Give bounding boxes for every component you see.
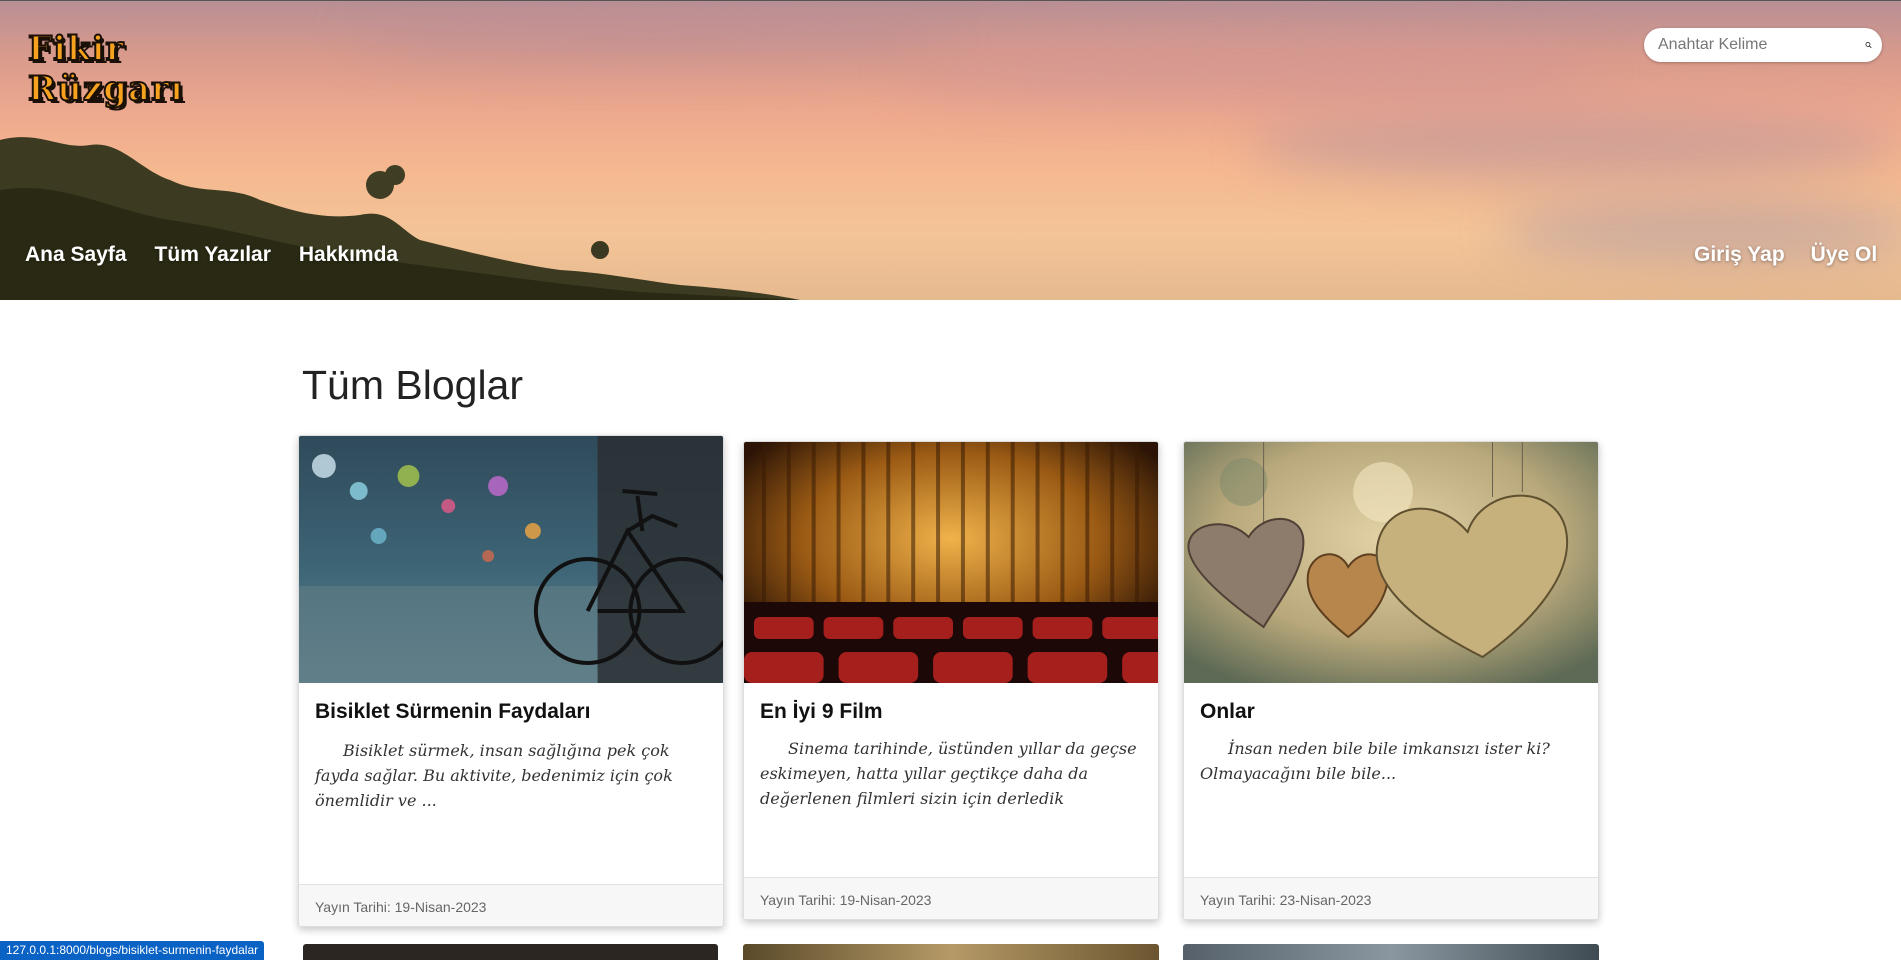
blog-card-image-partial[interactable]: [303, 944, 718, 960]
auth-nav: Giriş Yap Üye Ol: [1694, 243, 1877, 267]
sky-cloud: [1250, 111, 1900, 181]
search-input[interactable]: [1658, 36, 1865, 54]
hanging-hearts-photo: [1184, 442, 1598, 683]
header-banner: Fikir Rüzgarı Ana Sayfa Tüm Yazılar Hakk…: [0, 0, 1901, 300]
main-nav: Ana Sayfa Tüm Yazılar Hakkımda: [25, 243, 398, 267]
post-title[interactable]: En İyi 9 Film: [744, 683, 1158, 724]
post-title[interactable]: Onlar: [1184, 683, 1598, 724]
nav-login[interactable]: Giriş Yap: [1694, 243, 1785, 267]
nav-home[interactable]: Ana Sayfa: [25, 243, 127, 267]
blog-card-image-partial[interactable]: [1183, 944, 1599, 960]
search-box: [1644, 28, 1882, 62]
blog-card[interactable]: En İyi 9 Film Sinema tarihinde, üstünden…: [743, 441, 1159, 920]
post-date: Yayın Tarihi: 19-Nisan-2023: [744, 877, 1158, 919]
nav-about[interactable]: Hakkımda: [299, 243, 398, 267]
sky-cloud: [900, 41, 1600, 101]
blog-card-image-partial[interactable]: [743, 944, 1159, 960]
blog-card[interactable]: Bisiklet Sürmenin Faydaları Bisiklet sür…: [298, 435, 724, 927]
post-date: Yayın Tarihi: 23-Nisan-2023: [1184, 877, 1598, 919]
post-excerpt: İnsan neden bile bile imkansızı ister ki…: [1200, 739, 1550, 783]
post-excerpt: Bisiklet sürmek, insan sağlığına pek çok…: [315, 741, 673, 810]
post-date: Yayın Tarihi: 19-Nisan-2023: [299, 884, 723, 926]
cinema-curtain-photo: [744, 442, 1158, 683]
logo-line1: Fikir: [27, 28, 125, 70]
search-icon[interactable]: [1865, 33, 1872, 57]
post-title[interactable]: Bisiklet Sürmenin Faydaları: [299, 683, 723, 724]
logo-line2: Rüzgarı: [27, 68, 184, 110]
post-image[interactable]: [744, 442, 1158, 683]
bicycle-photo: [299, 436, 723, 683]
post-image[interactable]: [299, 436, 723, 683]
page-title: Tüm Bloglar: [302, 362, 524, 408]
nav-register[interactable]: Üye Ol: [1811, 243, 1878, 267]
status-bar-url: 127.0.0.1:8000/blogs/bisiklet-surmenin-f…: [0, 941, 265, 960]
sky-cloud: [350, 11, 950, 61]
tree-silhouette: [0, 137, 800, 300]
post-excerpt: Sinema tarihinde, üstünden yıllar da geç…: [760, 739, 1137, 808]
nav-all-posts[interactable]: Tüm Yazılar: [155, 243, 271, 267]
post-image[interactable]: [1184, 442, 1598, 683]
site-logo[interactable]: Fikir Rüzgarı: [27, 28, 184, 110]
blog-card[interactable]: Onlar İnsan neden bile bile imkansızı is…: [1183, 441, 1599, 920]
